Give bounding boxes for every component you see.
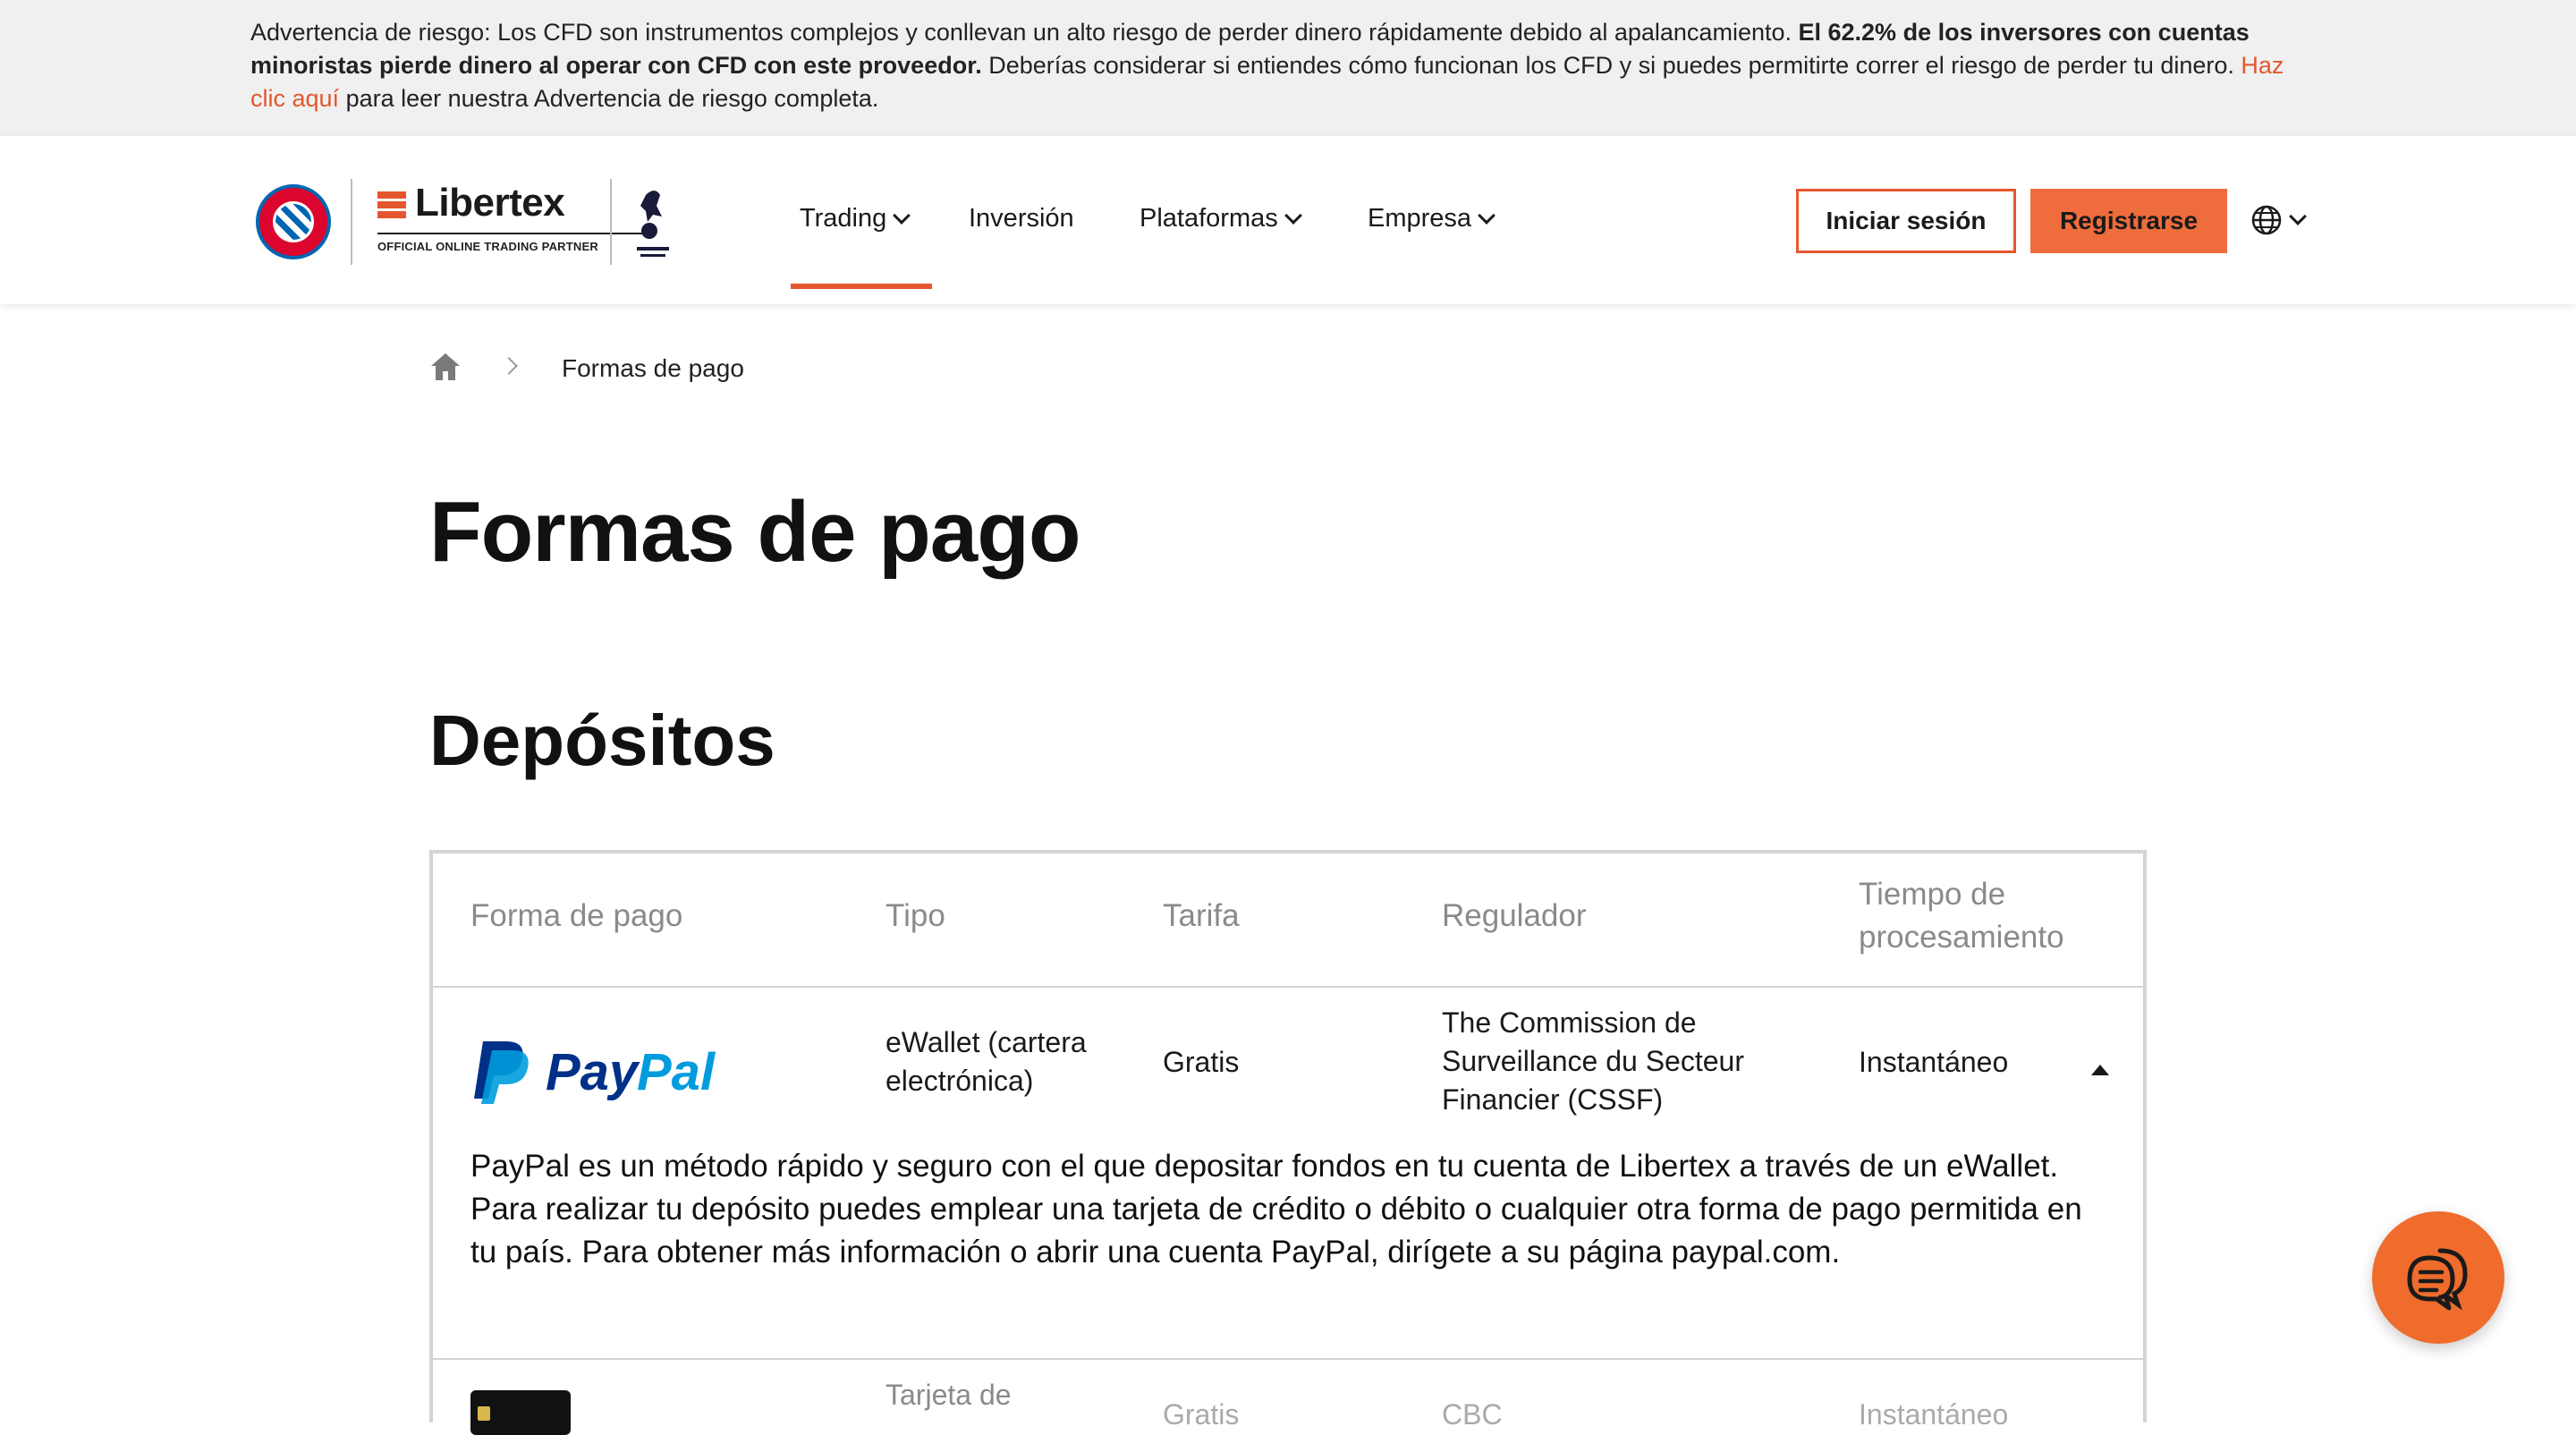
libertex-mark-icon bbox=[377, 191, 406, 218]
risk-warning-part2: Deberías considerar si entiendes cómo fu… bbox=[981, 52, 2241, 79]
risk-warning-part3: para leer nuestra Advertencia de riesgo … bbox=[339, 85, 879, 112]
nav-empresa[interactable]: Empresa bbox=[1368, 204, 1496, 234]
brand-name: Libertex bbox=[415, 181, 565, 225]
row-description: PayPal es un método rápido y seguro con … bbox=[470, 1149, 2082, 1269]
row-divider bbox=[433, 986, 2143, 988]
chevron-down-icon bbox=[893, 206, 911, 225]
deposits-table: Forma de pago Tipo Tarifa Regulador Tiem… bbox=[429, 850, 2147, 1435]
nav-inversion-label: Inversión bbox=[969, 204, 1074, 233]
chevron-right-icon bbox=[500, 357, 518, 375]
column-header: Tarifa bbox=[1163, 898, 1240, 933]
nav-active-indicator bbox=[791, 284, 932, 289]
column-header: Tiempo de procesamiento bbox=[1859, 877, 2064, 955]
svg-text:Pal: Pal bbox=[637, 1043, 716, 1101]
brand-tagline: OFFICIAL ONLINE TRADING PARTNER bbox=[377, 240, 598, 253]
nav-plataformas[interactable]: Plataformas bbox=[1140, 204, 1302, 234]
column-header: Regulador bbox=[1442, 898, 1587, 933]
row-divider bbox=[433, 1358, 2143, 1360]
paypal-logo: Pay Pal bbox=[474, 1041, 716, 1104]
nav-trading-label: Trading bbox=[800, 204, 887, 233]
globe-icon bbox=[2251, 205, 2282, 235]
nav-trading[interactable]: Trading bbox=[800, 204, 911, 234]
fc-bayern-logo bbox=[256, 184, 331, 259]
site-header: Libertex OFFICIAL ONLINE TRADING PARTNER… bbox=[0, 136, 2576, 304]
risk-warning-part1: Advertencia de riesgo: Los CFD son instr… bbox=[250, 19, 1799, 46]
home-icon[interactable] bbox=[429, 352, 462, 382]
risk-warning-bar: Advertencia de riesgo: Los CFD son instr… bbox=[0, 0, 2576, 136]
chevron-down-icon bbox=[2289, 208, 2307, 225]
nav-plataformas-label: Plataformas bbox=[1140, 204, 1278, 233]
section-title: Depósitos bbox=[429, 701, 775, 780]
credit-card-icon bbox=[470, 1390, 571, 1435]
row-fee: Gratis bbox=[1163, 1046, 1240, 1078]
logo-divider-2 bbox=[610, 179, 612, 265]
login-button[interactable]: Iniciar sesión bbox=[1796, 189, 2016, 253]
register-button[interactable]: Registrarse bbox=[2030, 189, 2227, 253]
row-type: eWallet (cartera electrónica) bbox=[886, 1026, 1087, 1097]
row-time: Instantáneo bbox=[1859, 1046, 2009, 1078]
chat-bubble-icon bbox=[2407, 1248, 2468, 1311]
language-selector[interactable] bbox=[2250, 204, 2307, 236]
row-regulator: The Commission de Surveillance du Secteu… bbox=[1442, 1006, 1744, 1116]
breadcrumb: Formas de pago bbox=[429, 349, 744, 385]
row-type: Tarjeta de bbox=[886, 1379, 1012, 1411]
breadcrumb-current: Formas de pago bbox=[562, 354, 744, 382]
chevron-down-icon bbox=[1478, 206, 1496, 225]
column-header: Tipo bbox=[886, 898, 945, 933]
risk-warning-text: Advertencia de riesgo: Los CFD son instr… bbox=[250, 16, 2290, 115]
chat-button[interactable] bbox=[2372, 1211, 2504, 1344]
nav-inversion[interactable]: Inversión bbox=[969, 204, 1074, 234]
tottenham-logo bbox=[637, 191, 669, 257]
page-title: Formas de pago bbox=[429, 484, 1080, 580]
logo-area[interactable]: Libertex OFFICIAL ONLINE TRADING PARTNER bbox=[252, 179, 682, 265]
logo-divider bbox=[351, 179, 352, 265]
svg-text:Pay: Pay bbox=[546, 1043, 640, 1101]
chevron-down-icon bbox=[1284, 206, 1302, 225]
brand-underline bbox=[377, 233, 657, 234]
nav-empresa-label: Empresa bbox=[1368, 204, 1472, 233]
column-header: Forma de pago bbox=[470, 898, 683, 933]
collapse-caret-icon[interactable] bbox=[2091, 1065, 2109, 1075]
